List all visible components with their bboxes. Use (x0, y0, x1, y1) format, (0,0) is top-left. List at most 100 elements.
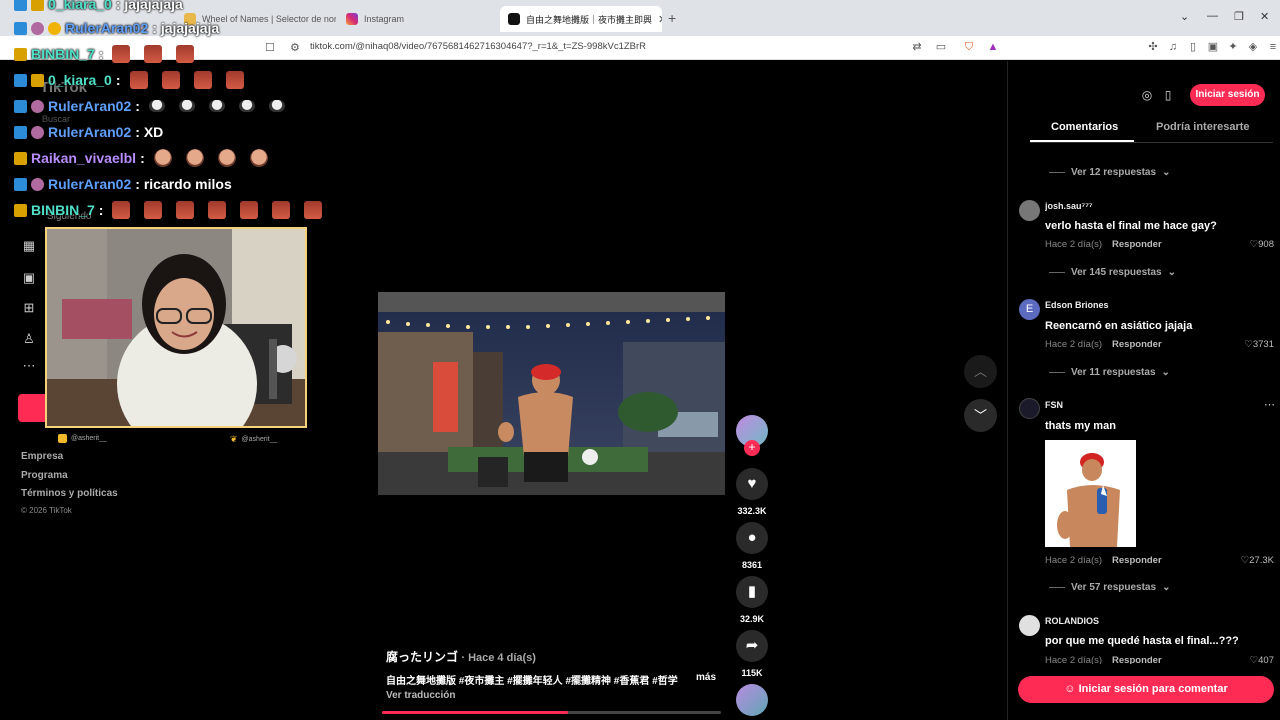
instagram-icon (346, 13, 358, 25)
comment-username[interactable]: FSN (1045, 400, 1063, 410)
emote-icon (112, 201, 131, 219)
tiktok-icon (508, 13, 520, 25)
like-button[interactable]: ♥ (736, 468, 768, 500)
more-button[interactable]: más (696, 672, 716, 683)
footer-link-programa[interactable]: Programa (21, 470, 68, 481)
video-player[interactable] (378, 292, 725, 495)
view-replies-button[interactable]: Ver 57 respuestas ⌄ (1049, 582, 1170, 593)
reply-button[interactable]: Responder (1112, 239, 1162, 250)
comment-time: Hace 2 día(s) (1045, 239, 1103, 250)
cast-icon[interactable]: ▭ (934, 40, 948, 54)
follow-plus-icon[interactable]: + (744, 440, 760, 456)
comment-like[interactable]: ♡407 (1250, 655, 1274, 664)
chevron-down-icon: ﹀ (973, 408, 987, 423)
comment-time: Hace 2 día(s) (1045, 339, 1103, 350)
avatar[interactable] (1019, 615, 1040, 636)
phone-icon[interactable]: ▯ (1160, 87, 1176, 103)
reply-button[interactable]: Responder (1112, 655, 1162, 664)
like-count: 27.3K (1249, 555, 1274, 566)
chat-text: : XD (135, 124, 164, 140)
social-handle: @asherit__ (241, 436, 278, 443)
comment-icon: ☺ (1064, 683, 1076, 695)
previous-video-button[interactable]: ︿ (964, 355, 997, 388)
video-author[interactable]: 腐ったリンゴ (386, 650, 458, 664)
close-icon[interactable]: ✕ (658, 13, 662, 26)
comment-button[interactable]: ● (736, 522, 768, 554)
wallet-icon[interactable]: ▣ (1206, 40, 1220, 54)
tab-recommended[interactable]: Podría interesarte (1156, 121, 1250, 133)
emote-icon (217, 149, 236, 167)
minimize-button[interactable]: — (1207, 10, 1218, 22)
translate-icon[interactable]: ⇄ (910, 40, 924, 54)
comment-image[interactable] (1045, 440, 1136, 547)
site-settings-icon[interactable]: ⚙ (290, 41, 300, 54)
sound-avatar[interactable] (736, 684, 768, 716)
view-replies-button[interactable]: Ver 12 respuestas ⌄ (1049, 167, 1170, 178)
footer-link-empresa[interactable]: Empresa (21, 451, 63, 462)
music-icon[interactable]: ♫ (1166, 40, 1180, 54)
vpn-icon[interactable]: ◈ (1246, 40, 1260, 54)
share-button[interactable]: ➦ (736, 630, 768, 662)
login-button[interactable]: Iniciar sesión (1190, 84, 1265, 106)
tab-comments[interactable]: Comentarios (1051, 121, 1118, 133)
restore-button[interactable]: ❐ (1234, 10, 1244, 23)
view-replies-button[interactable]: Ver 11 respuestas ⌄ (1049, 367, 1170, 378)
next-video-button[interactable]: ﹀ (964, 399, 997, 432)
comment-like[interactable]: ♡3731 (1244, 339, 1274, 350)
chevron-down-icon: ⌄ (1167, 267, 1177, 278)
avatar[interactable] (1019, 200, 1040, 221)
profile-icon[interactable]: ♙ (21, 331, 37, 347)
new-tab-button[interactable]: + (668, 10, 676, 26)
twitter-icon: ❦ (230, 434, 238, 444)
login-to-comment-button[interactable]: ☺ Iniciar sesión para comentar (1018, 676, 1274, 703)
comment-username[interactable]: Edson Briones (1045, 300, 1109, 310)
avatar[interactable] (1019, 398, 1040, 419)
live-icon[interactable]: ▦ (21, 238, 37, 254)
more-options-icon[interactable]: ⋯ (1264, 398, 1275, 411)
replies-label: Ver 145 respuestas (1071, 267, 1162, 278)
video-progress-bar[interactable] (382, 711, 721, 714)
avatar[interactable]: E (1019, 299, 1040, 320)
chat-text: : jajajajaja (115, 0, 183, 12)
rewards-icon[interactable]: ▲ (986, 40, 1000, 54)
more-icon[interactable]: ⋯ (21, 358, 37, 374)
leo-icon[interactable]: ✦ (1226, 40, 1240, 54)
comment-like[interactable]: ♡908 (1250, 239, 1274, 250)
copyright: © 2026 TikTok (21, 506, 72, 515)
reply-button[interactable]: Responder (1112, 555, 1162, 566)
brave-shield-icon[interactable]: ⛉ (962, 40, 976, 54)
chevron-down-icon[interactable]: ⌄ (1180, 10, 1189, 23)
chat-message: Raikan_vivaelbl : (14, 148, 273, 168)
emote-icon (193, 71, 212, 89)
bookmark-icon[interactable]: ☐ (265, 41, 275, 54)
chat-username: BINBIN_7 (31, 202, 95, 218)
extension-icon[interactable]: ✣ (1146, 40, 1160, 54)
translate-link[interactable]: Ver traducción (386, 690, 455, 701)
url-field[interactable]: tiktok.com/@nihaq08/video/76756814627163… (310, 41, 646, 52)
reply-button[interactable]: Responder (1112, 339, 1162, 350)
emote-icon (178, 100, 195, 112)
badge-icon (31, 21, 44, 35)
streamer-social-twitter: ❦ @asherit__ (230, 434, 277, 445)
save-button[interactable]: ▮ (736, 576, 768, 608)
comment-like[interactable]: ♡27.3K (1241, 555, 1274, 566)
comment-username[interactable]: ROLANDIOS (1045, 616, 1099, 626)
tab-tiktok-video[interactable]: 自由之舞地攤版｜夜市攤主即興 ✕ (500, 6, 662, 32)
screen: Wheel of Names | Selector de nombr Insta… (0, 0, 1280, 720)
compass-icon[interactable]: ◎ (1139, 87, 1155, 103)
chat-username: Raikan_vivaelbl (31, 150, 137, 166)
chevron-up-icon: ︿ (973, 364, 987, 379)
heart-icon: ♡ (1240, 555, 1250, 566)
upload-icon[interactable]: ⊞ (21, 300, 37, 316)
comment-meta: Hace 2 día(s) Responder (1045, 555, 1162, 566)
menu-icon[interactable]: ≡ (1266, 40, 1280, 54)
chat-username: RulerAran02 (48, 98, 132, 114)
footer-link-terms[interactable]: Términos y políticas (21, 488, 118, 499)
emote-icon (129, 71, 148, 89)
comment-username[interactable]: josh.sau⁷⁷⁷ (1045, 201, 1093, 211)
close-window-button[interactable]: ✕ (1260, 10, 1269, 23)
view-replies-button[interactable]: Ver 145 respuestas ⌄ (1049, 267, 1176, 278)
sidebar-icon[interactable]: ▯ (1186, 40, 1200, 54)
tab-instagram[interactable]: Instagram (338, 6, 498, 32)
tv-icon[interactable]: ▣ (21, 270, 37, 286)
